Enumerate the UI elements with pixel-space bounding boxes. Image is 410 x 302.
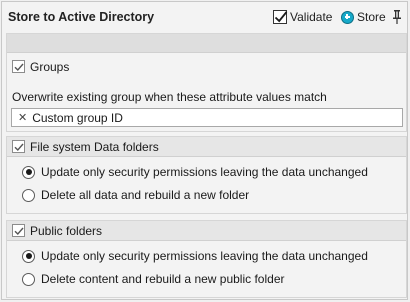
fs-option-delete[interactable]: Delete all data and rebuild a new folder — [7, 188, 249, 202]
groups-section-band — [7, 34, 406, 53]
file-system-checkbox[interactable] — [12, 140, 25, 153]
remove-tag-icon[interactable]: ✕ — [18, 111, 27, 124]
pf-option-delete[interactable]: Delete content and rebuild a new public … — [7, 272, 285, 286]
groups-checkbox[interactable] — [12, 60, 25, 73]
pf-update-radio[interactable] — [22, 249, 35, 263]
validate-button[interactable]: Validate — [273, 8, 332, 26]
store-plus-icon — [341, 10, 354, 24]
store-label: Store — [357, 10, 386, 24]
attribute-tag: Custom group ID — [32, 110, 123, 125]
fs-delete-label: Delete all data and rebuild a new folder — [41, 188, 250, 202]
groups-header: Groups — [7, 57, 406, 76]
public-folders-checkbox[interactable] — [12, 224, 25, 237]
public-folders-label: Public folders — [30, 223, 103, 238]
validate-check-icon — [273, 10, 288, 24]
pin-icon[interactable] — [391, 9, 403, 25]
fs-update-radio[interactable] — [22, 165, 35, 179]
file-system-label: File system Data folders — [30, 139, 159, 154]
overwrite-description: Overwrite existing group when these attr… — [12, 90, 327, 104]
fs-option-update[interactable]: Update only security permissions leaving… — [7, 165, 368, 179]
checkbox-check-icon — [14, 63, 24, 72]
file-system-header: File system Data folders — [7, 137, 406, 157]
store-button[interactable]: Store — [341, 8, 386, 26]
panel-header: Store to Active Directory Validate Store — [2, 2, 407, 32]
public-folders-section: Public folders Update only security perm… — [6, 220, 407, 298]
pf-delete-label: Delete content and rebuild a new public … — [41, 272, 285, 286]
file-system-section: File system Data folders Update only sec… — [6, 136, 407, 214]
pf-delete-radio[interactable] — [22, 272, 35, 286]
fs-delete-radio[interactable] — [22, 188, 35, 202]
checkbox-check-icon — [14, 143, 24, 152]
store-to-ad-panel: Store to Active Directory Validate Store — [1, 1, 408, 300]
attribute-match-field[interactable]: ✕ Custom group ID — [11, 108, 403, 127]
fs-update-label: Update only security permissions leaving… — [41, 165, 368, 179]
groups-label: Groups — [30, 59, 70, 74]
groups-section: Groups Overwrite existing group when the… — [6, 33, 407, 132]
pf-option-update[interactable]: Update only security permissions leaving… — [7, 249, 368, 263]
validate-label: Validate — [290, 10, 333, 24]
public-folders-header: Public folders — [7, 221, 406, 241]
pf-update-label: Update only security permissions leaving… — [41, 249, 368, 263]
checkbox-check-icon — [14, 227, 24, 236]
panel-title: Store to Active Directory — [8, 10, 155, 24]
